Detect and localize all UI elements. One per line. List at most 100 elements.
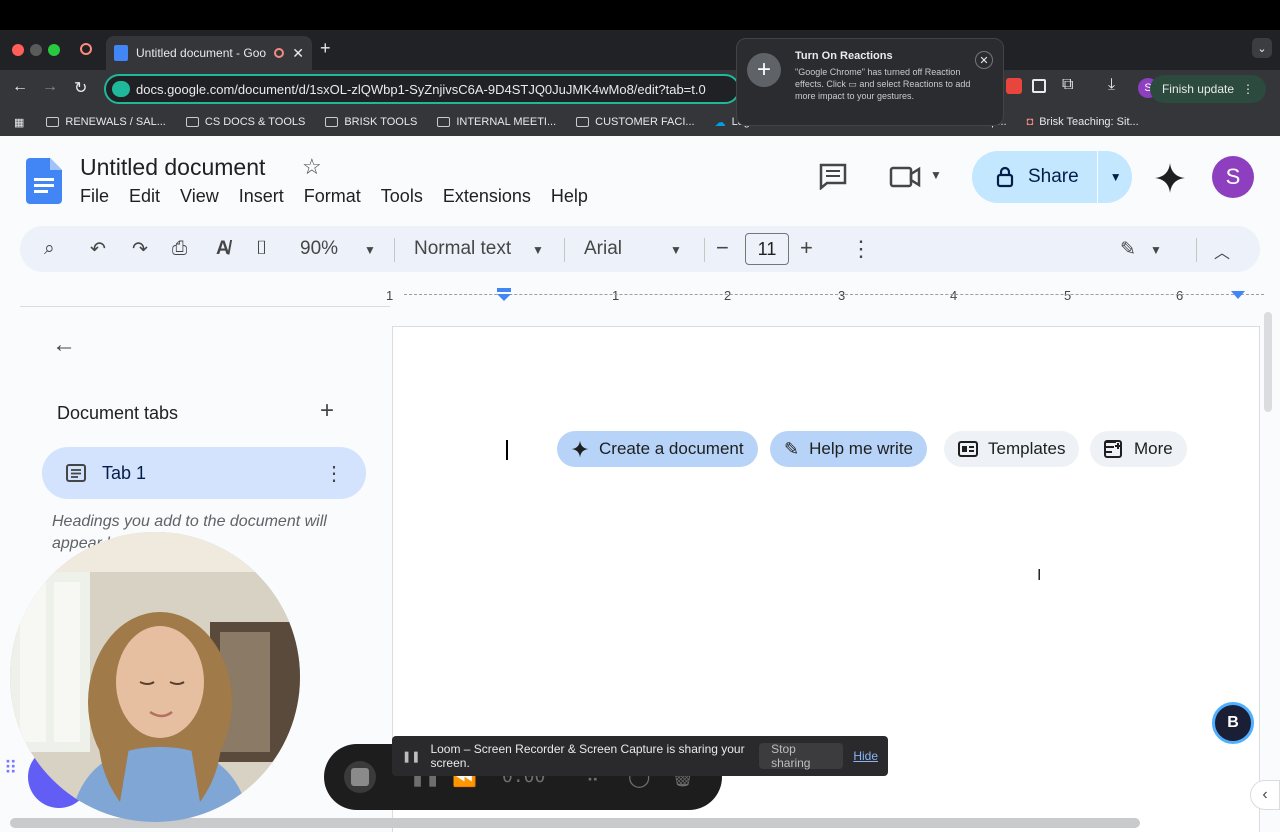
chevron-down-icon[interactable]: ▼	[930, 168, 942, 182]
add-tab-button[interactable]: +	[320, 397, 334, 425]
notification-body: "Google Chrome" has turned off Reaction …	[795, 67, 971, 101]
brisk-logo-icon: B	[1227, 714, 1239, 731]
webcam-person-image	[10, 532, 300, 822]
search-menus-icon[interactable]: ⌕	[44, 238, 55, 260]
menu-edit[interactable]: Edit	[129, 186, 160, 207]
bookmark-folder[interactable]: RENEWALS / SAL...	[46, 116, 166, 128]
vertical-scrollbar[interactable]	[1264, 312, 1272, 412]
drag-handle-icon[interactable]: ⠿	[4, 758, 17, 779]
download-icon[interactable]: ⤓	[1108, 76, 1115, 94]
side-panel-toggle-icon[interactable]: ‹	[1250, 780, 1280, 810]
left-indent-marker[interactable]	[496, 288, 512, 302]
menu-format[interactable]: Format	[304, 186, 361, 207]
menu-insert[interactable]: Insert	[239, 186, 284, 207]
back-arrow-icon[interactable]: ←	[52, 331, 76, 359]
tab-1-item[interactable]: Tab 1 ⋮	[42, 447, 366, 499]
bookmark-folder[interactable]: CS DOCS & TOOLS	[185, 116, 305, 128]
forward-arrow-icon[interactable]: →	[42, 78, 58, 96]
finish-update-button[interactable]: Finish update ⋮	[1149, 75, 1266, 103]
paragraph-style-select[interactable]: Normal text	[414, 238, 511, 260]
undo-icon[interactable]: ↶	[90, 238, 106, 261]
hide-banner-button[interactable]: Hide	[853, 749, 878, 763]
bookmark-folder[interactable]: BRISK TOOLS	[325, 116, 417, 128]
star-icon[interactable]: ☆	[302, 154, 322, 180]
text-cursor	[506, 440, 508, 460]
tab-document-icon	[66, 464, 86, 482]
templates-label: Templates	[988, 439, 1066, 458]
font-chevron-icon[interactable]: ▼	[670, 243, 682, 257]
horizontal-ruler: 1 1 2 3 4 5 6	[20, 284, 1270, 308]
apps-grid-icon[interactable]: ▦	[14, 116, 24, 129]
new-tab-button[interactable]: +	[320, 38, 331, 59]
hide-menus-chevron-up-icon[interactable]: ︿	[1214, 239, 1230, 263]
address-bar[interactable]: docs.google.com/document/d/1sxOL-zlQWbp1…	[104, 74, 740, 104]
url-text: docs.google.com/document/d/1sxOL-zlQWbp1…	[136, 81, 706, 97]
menu-view[interactable]: View	[180, 186, 219, 207]
bookmark-folder[interactable]: INTERNAL MEETI...	[437, 116, 556, 128]
gemini-sparkle-icon[interactable]	[1154, 162, 1186, 194]
increase-font-size-button[interactable]: +	[800, 235, 813, 261]
account-avatar[interactable]: S	[1212, 156, 1254, 198]
screen-sharing-banner: ❚❚ Loom – Screen Recorder & Screen Captu…	[392, 736, 888, 776]
editing-mode-chevron-icon[interactable]: ▼	[1150, 243, 1162, 257]
extension-badge-icon[interactable]	[1006, 78, 1022, 94]
share-button[interactable]: Share ▼	[972, 151, 1132, 203]
bookmark-link[interactable]: ◘ Brisk Teaching: Sit...	[1027, 116, 1139, 128]
extensions-puzzle-icon[interactable]: ⧉	[1062, 76, 1073, 94]
tab-1-label: Tab 1	[102, 462, 147, 483]
back-arrow-icon[interactable]: ←	[12, 78, 28, 96]
create-document-label: Create a document	[599, 439, 744, 458]
font-size-input[interactable]: 11	[745, 233, 789, 265]
site-info-icon[interactable]	[112, 81, 130, 97]
browser-tab-active[interactable]: Untitled document - Goog ✕	[106, 36, 312, 70]
zoom-select[interactable]: 90%	[300, 238, 338, 260]
more-chip[interactable]: More	[1090, 431, 1187, 467]
editing-mode-pencil-icon[interactable]: ✎	[1120, 238, 1136, 261]
stop-recording-button[interactable]	[344, 761, 376, 793]
ruler-number: 1	[386, 288, 394, 303]
create-document-chip[interactable]: Create a document	[557, 431, 758, 467]
font-select[interactable]: Arial	[584, 238, 622, 260]
tab-options-icon[interactable]: ⋮	[324, 461, 344, 486]
reload-icon[interactable]: ↻	[74, 78, 87, 98]
brisk-extension-button[interactable]: B	[1212, 702, 1254, 744]
spellcheck-icon[interactable]: A̸	[216, 238, 230, 260]
ruler-number: 6	[1176, 288, 1184, 303]
pause-icon: ❚❚	[402, 750, 421, 763]
close-tab-icon[interactable]: ✕	[292, 45, 304, 62]
stop-sharing-button[interactable]: Stop sharing	[759, 742, 844, 770]
help-me-write-label: Help me write	[809, 439, 914, 458]
menu-file[interactable]: File	[80, 186, 109, 207]
document-title[interactable]: Untitled document	[80, 154, 265, 181]
toolbar-divider	[1196, 238, 1197, 262]
tab-search-button[interactable]: ⌄	[1252, 38, 1272, 58]
zoom-chevron-icon[interactable]: ▼	[364, 243, 376, 257]
menu-help[interactable]: Help	[551, 186, 588, 207]
help-me-write-chip[interactable]: ✎ Help me write	[770, 431, 928, 467]
templates-chip[interactable]: Templates	[944, 431, 1080, 467]
close-notification-button[interactable]: ✕	[975, 51, 993, 69]
decrease-font-size-button[interactable]: −	[716, 235, 729, 261]
redo-icon[interactable]: ↷	[132, 238, 148, 261]
bookmark-folder[interactable]: CUSTOMER FACI...	[576, 116, 695, 128]
magic-pen-icon: ✎	[784, 438, 800, 459]
more-tools-icon[interactable]: ⋮	[850, 236, 872, 262]
browser-tab-title: Untitled document - Goog	[136, 46, 267, 60]
stop-icon	[351, 768, 369, 786]
paint-format-icon[interactable]: ⌷	[256, 238, 267, 260]
print-icon[interactable]: ⎙	[172, 238, 187, 260]
menu-extensions[interactable]: Extensions	[443, 186, 531, 207]
docs-logo-icon[interactable]	[26, 158, 62, 204]
menu-tools[interactable]: Tools	[381, 186, 423, 207]
maximize-window-button[interactable]	[48, 44, 60, 56]
bookmarks-bar: ▦ RENEWALS / SAL... CS DOCS & TOOLS BRIS…	[0, 108, 1280, 136]
share-dropdown-chevron-icon[interactable]: ▼	[1110, 170, 1122, 184]
comments-icon[interactable]	[818, 162, 848, 190]
loom-webcam-bubble[interactable]	[10, 532, 300, 822]
right-indent-marker[interactable]	[1230, 290, 1246, 302]
close-window-button[interactable]	[12, 44, 24, 56]
style-chevron-icon[interactable]: ▼	[532, 243, 544, 257]
meet-video-icon[interactable]	[888, 164, 922, 190]
minimize-window-button[interactable]	[30, 44, 42, 56]
extension-icon[interactable]	[1032, 79, 1046, 93]
